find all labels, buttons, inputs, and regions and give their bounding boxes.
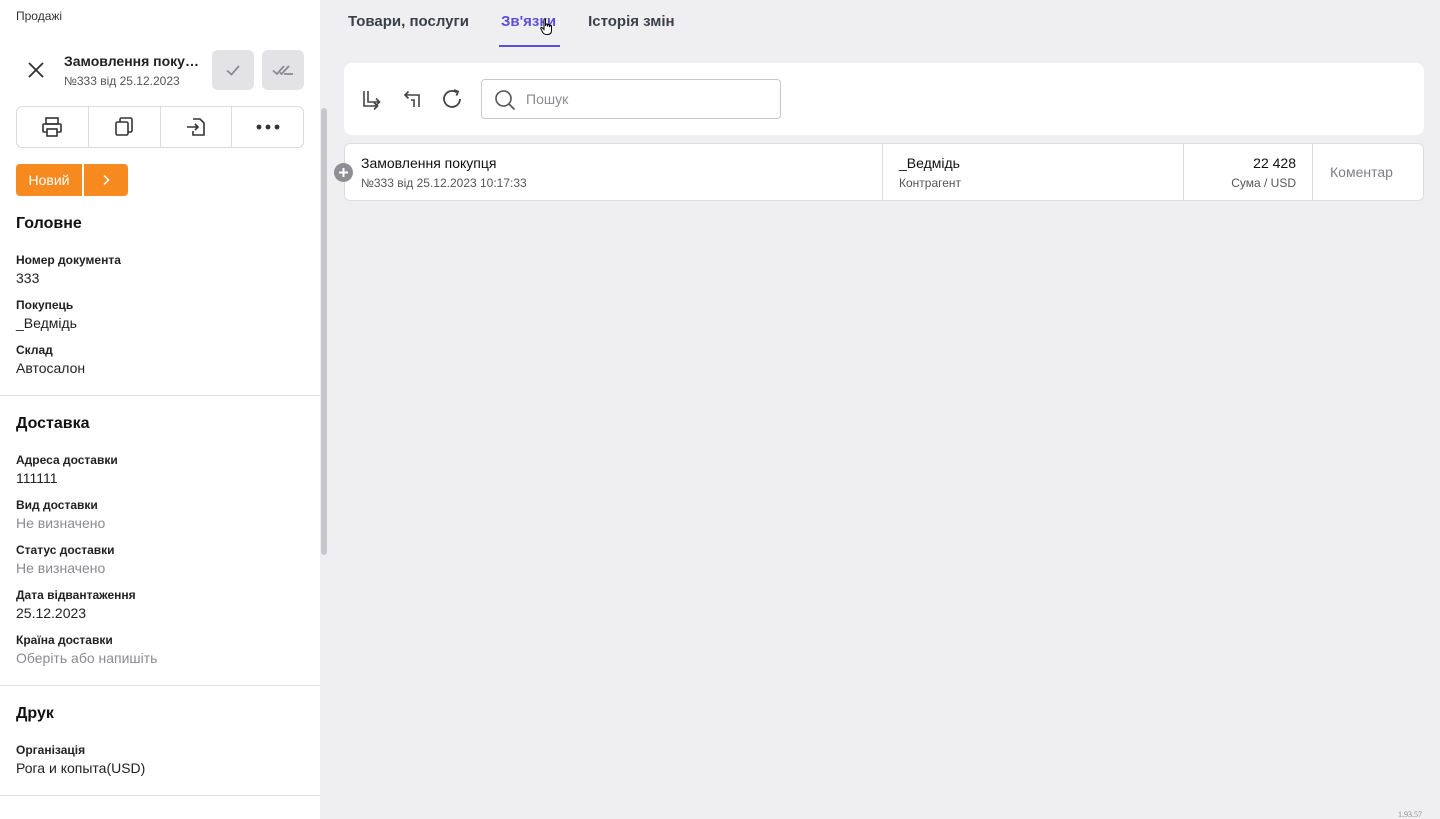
field-organization[interactable]: Рога и копыта(USD) xyxy=(16,760,145,776)
printer-icon xyxy=(42,117,63,137)
field-warehouse[interactable]: Автосалон xyxy=(16,360,85,376)
copy-button[interactable] xyxy=(89,107,161,147)
field-label: Номер документа xyxy=(16,253,121,267)
field-shipment-date[interactable]: 25.12.2023 xyxy=(16,605,86,621)
more-dots-icon xyxy=(256,124,280,130)
document-subtitle: №333 від 25.12.2023 xyxy=(64,74,180,88)
expand-row-button[interactable] xyxy=(334,163,353,182)
field-label: Країна доставки xyxy=(16,633,113,647)
field-label: Організація xyxy=(16,743,86,757)
check-icon xyxy=(226,65,240,76)
field-delivery-status[interactable]: Не визначено xyxy=(16,560,105,576)
unlink-document-button[interactable] xyxy=(400,87,424,111)
comment-placeholder: Коментар xyxy=(1330,164,1393,180)
field-label: Дата відвантаження xyxy=(16,588,136,602)
chevron-right-icon xyxy=(103,174,110,186)
field-label: Адреса доставки xyxy=(16,453,118,467)
field-label: Склад xyxy=(16,343,53,357)
field-delivery-country[interactable]: Оберіть або напишіть xyxy=(16,650,157,666)
refresh-icon xyxy=(443,89,461,108)
sidebar: Продажі Замовлення покупця №333 від 25.1… xyxy=(0,0,320,819)
counterparty-label: Контрагент xyxy=(899,176,962,190)
next-status-button[interactable] xyxy=(84,164,128,196)
status-selector: Новий xyxy=(16,164,128,196)
field-label: Вид доставки xyxy=(16,498,98,512)
create-based-on-button[interactable] xyxy=(161,107,233,147)
print-button[interactable] xyxy=(17,107,89,147)
copy-icon xyxy=(115,117,133,136)
field-delivery-address[interactable]: 111111 xyxy=(16,470,58,486)
tab-bar: Товари, послуги Зв'язки Історія змін xyxy=(348,0,707,48)
double-check-icon xyxy=(272,65,293,76)
close-button[interactable] xyxy=(24,58,48,82)
sidebar-scrollbar[interactable] xyxy=(321,108,327,555)
section-title-main: Головне xyxy=(16,215,82,232)
search-box xyxy=(481,79,781,119)
divider xyxy=(0,685,320,686)
amount-cell[interactable]: 22 428 Сума / USD xyxy=(1184,144,1313,200)
conduct-button[interactable] xyxy=(212,50,254,90)
field-label: Статус доставки xyxy=(16,543,115,557)
plus-icon xyxy=(339,168,348,177)
search-input[interactable] xyxy=(526,80,776,118)
link-document-details: №333 від 25.12.2023 10:17:33 xyxy=(361,176,527,190)
app-version: 1.93.57 xyxy=(1398,810,1422,819)
close-icon xyxy=(28,62,44,78)
comment-cell[interactable]: Коментар xyxy=(1313,144,1423,200)
link-document-cell[interactable]: Замовлення покупця №333 від 25.12.2023 1… xyxy=(345,144,883,200)
link-back-icon xyxy=(403,90,420,107)
counterparty-cell[interactable]: _Ведмідь Контрагент xyxy=(883,144,1184,200)
field-buyer[interactable]: _Ведмідь xyxy=(16,315,77,331)
link-document-button[interactable] xyxy=(360,87,384,111)
amount-value: 22 428 xyxy=(1253,155,1296,171)
table-row[interactable]: Замовлення покупця №333 від 25.12.2023 1… xyxy=(344,143,1424,201)
amount-label: Сума / USD xyxy=(1231,176,1296,190)
counterparty-name: _Ведмідь xyxy=(899,155,960,171)
divider xyxy=(0,795,320,796)
links-toolbar xyxy=(344,63,1424,135)
breadcrumb[interactable]: Продажі xyxy=(16,9,62,23)
link-forward-icon xyxy=(363,91,381,111)
tab-goods-services[interactable]: Товари, послуги xyxy=(348,0,469,47)
refresh-button[interactable] xyxy=(440,87,464,111)
field-document-number[interactable]: 333 xyxy=(16,270,39,286)
conduct-and-close-button[interactable] xyxy=(262,50,304,90)
link-document-name: Замовлення покупця xyxy=(361,155,497,171)
section-title-delivery: Доставка xyxy=(16,415,90,432)
search-icon xyxy=(495,90,516,111)
document-title: Замовлення покупця xyxy=(64,53,204,69)
field-delivery-type[interactable]: Не визначено xyxy=(16,515,105,531)
tab-history[interactable]: Історія змін xyxy=(588,0,674,47)
section-title-print: Друк xyxy=(16,705,54,722)
document-toolbar xyxy=(16,106,304,148)
hand-cursor-icon xyxy=(540,18,554,41)
file-import-icon xyxy=(186,118,205,136)
divider xyxy=(0,395,320,396)
more-button[interactable] xyxy=(232,107,303,147)
field-label: Покупець xyxy=(16,298,74,312)
status-button[interactable]: Новий xyxy=(16,164,82,196)
